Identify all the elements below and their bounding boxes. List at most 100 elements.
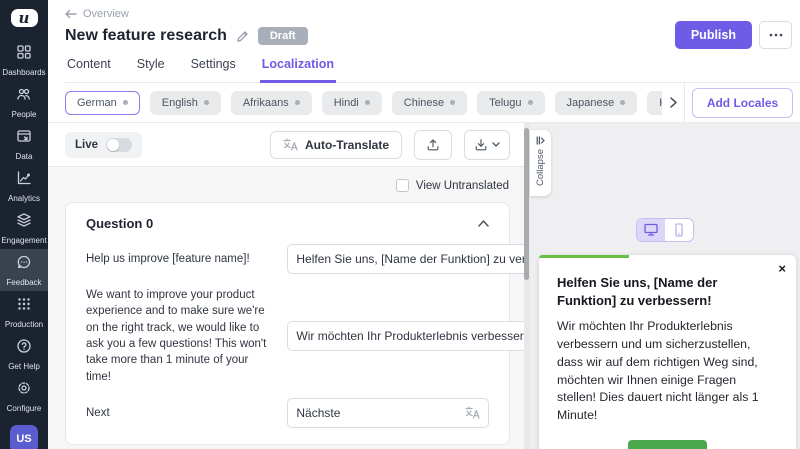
scroll-locales-right-button[interactable]	[662, 97, 684, 108]
scrollbar-thumb[interactable]	[524, 128, 529, 280]
locale-chip[interactable]: Hindi	[322, 91, 382, 115]
preview-body: Wir möchten Ihr Produkterlebnis verbesse…	[557, 318, 778, 425]
sidebar-bottom-group: Production Get Help Configure US	[0, 291, 48, 449]
sidebar-item-configure[interactable]: Configure	[0, 375, 48, 417]
collapse-preview-button[interactable]: Collapse	[530, 130, 551, 196]
add-locales-button[interactable]: Add Locales	[692, 88, 793, 118]
page-title: New feature research	[65, 27, 227, 45]
source-text: Next	[86, 405, 271, 421]
analytics-icon	[16, 170, 32, 191]
locale-chip-label: Telugu	[489, 97, 521, 109]
collapse-icon	[536, 136, 545, 145]
auto-translate-button[interactable]: Auto-Translate	[270, 131, 402, 159]
locale-chip[interactable]: Telugu	[477, 91, 544, 115]
sidebar-item-production[interactable]: Production	[0, 291, 48, 333]
tab-content[interactable]: Content	[65, 57, 113, 83]
ellipsis-icon	[769, 33, 783, 37]
user-avatar[interactable]: US	[10, 425, 38, 449]
translation-input[interactable]: Nächste	[287, 398, 489, 428]
next-button[interactable]: Nächste	[628, 440, 707, 449]
auto-translate-label: Auto-Translate	[305, 138, 389, 152]
sidebar-item-get-help[interactable]: Get Help	[0, 333, 48, 375]
tab-bar: Content Style Settings Localization	[65, 57, 800, 83]
source-text: We want to improve your product experien…	[86, 287, 271, 385]
sidebar: u Dashboards People Data Analytics Engag…	[0, 0, 48, 449]
locale-chip-list: German English Afrikaans Hindi	[48, 91, 662, 115]
sidebar-item-dashboards[interactable]: Dashboards	[0, 39, 48, 81]
device-toggle	[636, 218, 694, 242]
live-toggle[interactable]: Live	[65, 132, 142, 158]
sidebar-item-analytics[interactable]: Analytics	[0, 165, 48, 207]
chevron-up-icon	[478, 220, 489, 227]
sidebar-item-data[interactable]: Data	[0, 123, 48, 165]
close-icon[interactable]: ×	[778, 262, 786, 275]
view-untranslated-checkbox[interactable]	[396, 179, 409, 192]
locale-chip-label: Japanese	[567, 97, 615, 109]
locale-status-dot	[450, 100, 455, 105]
dashboards-icon	[16, 44, 32, 65]
translation-value: Helfen Sie uns, [Name der Funktion] zu v…	[296, 252, 530, 266]
sidebar-item-label: People	[12, 110, 37, 119]
locale-chip[interactable]: Chinese	[392, 91, 467, 115]
locale-chip[interactable]: Japanese	[555, 91, 638, 115]
locale-status-dot	[295, 100, 300, 105]
question-title: Question 0	[86, 216, 153, 231]
locale-chip[interactable]: German	[65, 91, 140, 115]
collapse-label: Collapse	[535, 149, 546, 186]
locale-chip-label: German	[77, 97, 117, 109]
sidebar-item-engagement[interactable]: Engagement	[0, 207, 48, 249]
translation-input[interactable]: Helfen Sie uns, [Name der Funktion] zu v…	[287, 244, 530, 274]
export-button[interactable]	[464, 130, 510, 160]
publish-button[interactable]: Publish	[675, 21, 752, 49]
feedback-icon	[16, 254, 32, 275]
locale-status-dot	[123, 100, 128, 105]
preview-panel: Collapse × Helfen Sie uns, [Name der Fun…	[530, 123, 800, 449]
people-icon	[16, 86, 32, 107]
data-icon	[16, 128, 32, 149]
import-button[interactable]	[414, 130, 452, 160]
more-options-button[interactable]	[759, 21, 792, 49]
help-icon	[16, 338, 32, 359]
live-switch[interactable]	[106, 138, 132, 152]
tab-settings[interactable]: Settings	[189, 57, 238, 83]
userpilot-logo[interactable]: u	[11, 9, 38, 27]
sidebar-item-label: Analytics	[8, 194, 40, 203]
progress-fill	[539, 255, 629, 258]
desktop-preview-button[interactable]	[637, 219, 665, 241]
translation-value: Nächste	[296, 406, 459, 420]
locale-chip-label: Chinese	[404, 97, 444, 109]
app-root: u Dashboards People Data Analytics Engag…	[0, 0, 800, 449]
locale-chip-label: Afrikaans	[243, 97, 289, 109]
upload-icon	[426, 138, 440, 152]
edit-title-icon[interactable]	[236, 30, 249, 43]
tab-style[interactable]: Style	[135, 57, 167, 83]
translate-icon	[283, 138, 298, 152]
locale-status-dot	[204, 100, 209, 105]
locale-chip-label: English	[162, 97, 198, 109]
add-locales-section: Add Locales	[684, 83, 800, 122]
translation-row: Next Nächste	[86, 398, 489, 428]
sidebar-item-label: Production	[5, 320, 43, 329]
tab-localization[interactable]: Localization	[260, 57, 336, 83]
locale-chip[interactable]: English	[150, 91, 221, 115]
sidebar-item-feedback[interactable]: Feedback	[0, 249, 48, 291]
question-card-list: Question 0 Help us improve [feature name…	[65, 202, 510, 449]
locale-status-dot	[528, 100, 533, 105]
locale-status-dot	[620, 100, 625, 105]
sidebar-item-people[interactable]: People	[0, 81, 48, 123]
main-area: Overview New feature research Draft Publ…	[48, 0, 800, 449]
back-label: Overview	[83, 8, 129, 20]
mobile-preview-button[interactable]	[665, 219, 693, 241]
translation-input[interactable]: Wir möchten Ihr Produkterlebnis verbesse…	[287, 321, 530, 351]
locale-chip[interactable]: Afrikaans	[231, 91, 312, 115]
mobile-icon	[672, 223, 686, 237]
chevron-right-icon	[670, 97, 677, 108]
localization-toolbar: Live Auto-Translate	[48, 123, 530, 167]
status-badge: Draft	[258, 27, 308, 45]
collapse-card-button[interactable]	[478, 220, 489, 227]
locale-chip[interactable]: Hindi	[647, 91, 662, 115]
back-link[interactable]: Overview	[65, 8, 129, 20]
sidebar-item-label: Get Help	[8, 362, 40, 371]
question-card: Question 0 Help us improve [feature name…	[65, 202, 510, 445]
translate-icon[interactable]	[465, 406, 480, 420]
